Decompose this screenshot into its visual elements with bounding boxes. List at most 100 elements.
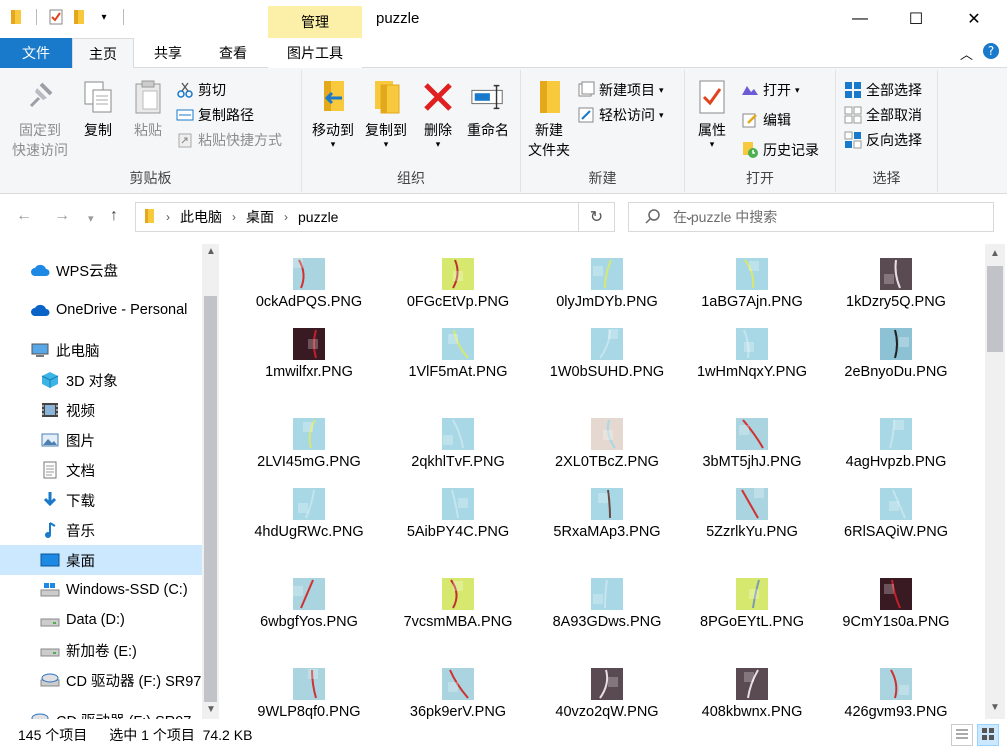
- nav-item[interactable]: CD 驱动器 (F:) SR97: [0, 705, 202, 719]
- edit-button[interactable]: 编辑: [741, 108, 791, 132]
- details-view-button[interactable]: [951, 724, 973, 746]
- breadcrumb-desktop[interactable]: 桌面: [246, 207, 274, 227]
- file-item[interactable]: 1VlF5mAt.PNG: [387, 328, 529, 382]
- nav-item[interactable]: 下载: [0, 485, 202, 515]
- easy-access-button[interactable]: 轻松访问 ▾: [577, 103, 664, 127]
- file-item[interactable]: 7vcsmMBA.PNG: [387, 578, 529, 632]
- large-icons-view-button[interactable]: [977, 724, 999, 746]
- breadcrumb-puzzle[interactable]: puzzle: [298, 209, 338, 225]
- copy-to-button[interactable]: 复制到 ▾: [358, 78, 414, 149]
- nav-item[interactable]: 图片: [0, 425, 202, 455]
- forward-arrow-icon[interactable]: →: [54, 207, 70, 225]
- history-button[interactable]: 历史记录: [741, 138, 819, 162]
- properties-icon[interactable]: [47, 8, 65, 26]
- scroll-down-icon[interactable]: ▼: [206, 704, 216, 715]
- tab-picture-tools[interactable]: 图片工具: [268, 38, 362, 68]
- file-item[interactable]: 9CmY1s0a.PNG: [825, 578, 967, 632]
- scroll-down-icon[interactable]: ▼: [990, 702, 1000, 713]
- customize-qat-icon[interactable]: ▾: [95, 8, 113, 26]
- paste-shortcut-button[interactable]: 粘贴快捷方式: [176, 128, 282, 152]
- maximize-button[interactable]: ☐: [893, 0, 939, 38]
- delete-button[interactable]: 删除 ▾: [420, 78, 456, 149]
- nav-item[interactable]: 桌面: [0, 545, 202, 575]
- tab-view[interactable]: 查看: [202, 38, 264, 68]
- select-all-button[interactable]: 全部选择: [844, 78, 922, 102]
- chevron-right-icon[interactable]: ›: [284, 210, 288, 224]
- nav-scrollbar-thumb[interactable]: [204, 296, 217, 702]
- properties-button[interactable]: 属性 ▾: [691, 78, 733, 149]
- content-scrollbar-thumb[interactable]: [987, 266, 1003, 352]
- file-item[interactable]: 6RlSAQiW.PNG: [825, 488, 967, 542]
- file-item[interactable]: 2LVI45mG.PNG: [238, 418, 380, 472]
- back-arrow-icon[interactable]: ←: [16, 207, 32, 225]
- manage-context-tab[interactable]: 管理: [268, 6, 362, 38]
- file-item[interactable]: 1kDzry5Q.PNG: [825, 258, 967, 312]
- chevron-right-icon[interactable]: ›: [166, 210, 170, 224]
- file-item[interactable]: 0lyJmDYb.PNG: [536, 258, 678, 312]
- select-none-button[interactable]: 全部取消: [844, 103, 922, 127]
- file-item[interactable]: 4hdUgRWc.PNG: [238, 488, 380, 542]
- cut-button[interactable]: 剪切: [176, 78, 226, 102]
- file-item[interactable]: 8PGoEYtL.PNG: [681, 578, 823, 632]
- close-button[interactable]: ✕: [951, 0, 997, 38]
- new-folder-icon[interactable]: [71, 8, 89, 26]
- file-item[interactable]: 3bMT5jhJ.PNG: [681, 418, 823, 472]
- nav-item[interactable]: CD 驱动器 (F:) SR97: [0, 665, 202, 695]
- search-box[interactable]: 在 puzzle 中搜索: [628, 202, 994, 232]
- copy-button[interactable]: 复制: [78, 78, 118, 140]
- nav-item[interactable]: 文档: [0, 455, 202, 485]
- tab-file[interactable]: 文件: [0, 38, 72, 68]
- file-item[interactable]: 0FGcEtVp.PNG: [387, 258, 529, 312]
- nav-item[interactable]: 视频: [0, 395, 202, 425]
- file-item[interactable]: 8A93GDws.PNG: [536, 578, 678, 632]
- file-item[interactable]: 1wHmNqxY.PNG: [681, 328, 823, 382]
- file-item[interactable]: 2XL0TBcZ.PNG: [536, 418, 678, 472]
- file-item[interactable]: 36pk9erV.PNG: [387, 668, 529, 719]
- paste-button[interactable]: 粘贴: [126, 78, 170, 140]
- file-item[interactable]: 1aBG7Ajn.PNG: [681, 258, 823, 312]
- nav-item[interactable]: OneDrive - Personal: [0, 295, 202, 325]
- file-item[interactable]: 1W0bSUHD.PNG: [536, 328, 678, 382]
- chevron-right-icon[interactable]: ›: [232, 210, 236, 224]
- file-item[interactable]: 2qkhlTvF.PNG: [387, 418, 529, 472]
- file-item[interactable]: 6wbgfYos.PNG: [238, 578, 380, 632]
- new-item-button[interactable]: 新建项目 ▾: [577, 78, 664, 102]
- file-item[interactable]: 0ckAdPQS.PNG: [238, 258, 380, 312]
- scroll-up-icon[interactable]: ▲: [990, 248, 1000, 259]
- new-folder-button[interactable]: 新建 文件夹: [525, 78, 573, 160]
- nav-item[interactable]: 新加卷 (E:): [0, 635, 202, 665]
- breadcrumb-this-pc[interactable]: 此电脑: [180, 207, 222, 227]
- nav-item[interactable]: 此电脑: [0, 335, 202, 365]
- tab-home[interactable]: 主页: [72, 38, 134, 69]
- recent-locations-icon[interactable]: ▾: [88, 212, 94, 225]
- nav-pane-scrollbar[interactable]: ▲ ▼: [202, 244, 219, 719]
- collapse-ribbon-icon[interactable]: ︿: [960, 44, 973, 63]
- file-item[interactable]: 408kbwnx.PNG: [681, 668, 823, 719]
- file-item[interactable]: 5ZzrlkYu.PNG: [681, 488, 823, 542]
- copy-path-button[interactable]: 复制路径: [176, 103, 254, 127]
- up-arrow-icon[interactable]: ↑: [110, 207, 118, 225]
- refresh-button[interactable]: ↻: [578, 202, 614, 232]
- file-item[interactable]: 5RxaMAp3.PNG: [536, 488, 678, 542]
- content-scrollbar[interactable]: ▲ ▼: [985, 244, 1005, 719]
- file-item[interactable]: 4agHvpzb.PNG: [825, 418, 967, 472]
- file-item[interactable]: 1mwilfxr.PNG: [238, 328, 380, 382]
- help-icon[interactable]: ?: [982, 42, 1000, 63]
- invert-selection-button[interactable]: 反向选择: [844, 128, 922, 152]
- open-button[interactable]: 打开 ▾: [741, 78, 800, 102]
- nav-item[interactable]: 3D 对象: [0, 365, 202, 395]
- minimize-button[interactable]: —: [837, 0, 883, 38]
- tab-share[interactable]: 共享: [138, 38, 198, 68]
- file-item[interactable]: 9WLP8qf0.PNG: [238, 668, 380, 719]
- address-bar[interactable]: › 此电脑 › 桌面 › puzzle ⌄: [135, 202, 694, 232]
- move-to-button[interactable]: 移动到 ▾: [306, 78, 360, 149]
- pin-to-quick-access-button[interactable]: 固定到 快速访问: [8, 78, 72, 160]
- file-item[interactable]: 40vzo2qW.PNG: [536, 668, 678, 719]
- nav-item[interactable]: Windows-SSD (C:): [0, 575, 202, 605]
- nav-item[interactable]: WPS云盘: [0, 255, 202, 285]
- nav-item[interactable]: 音乐: [0, 515, 202, 545]
- rename-button[interactable]: 重命名: [462, 78, 514, 140]
- scroll-up-icon[interactable]: ▲: [206, 246, 216, 257]
- nav-item[interactable]: Data (D:): [0, 605, 202, 635]
- file-item[interactable]: 5AibPY4C.PNG: [387, 488, 529, 542]
